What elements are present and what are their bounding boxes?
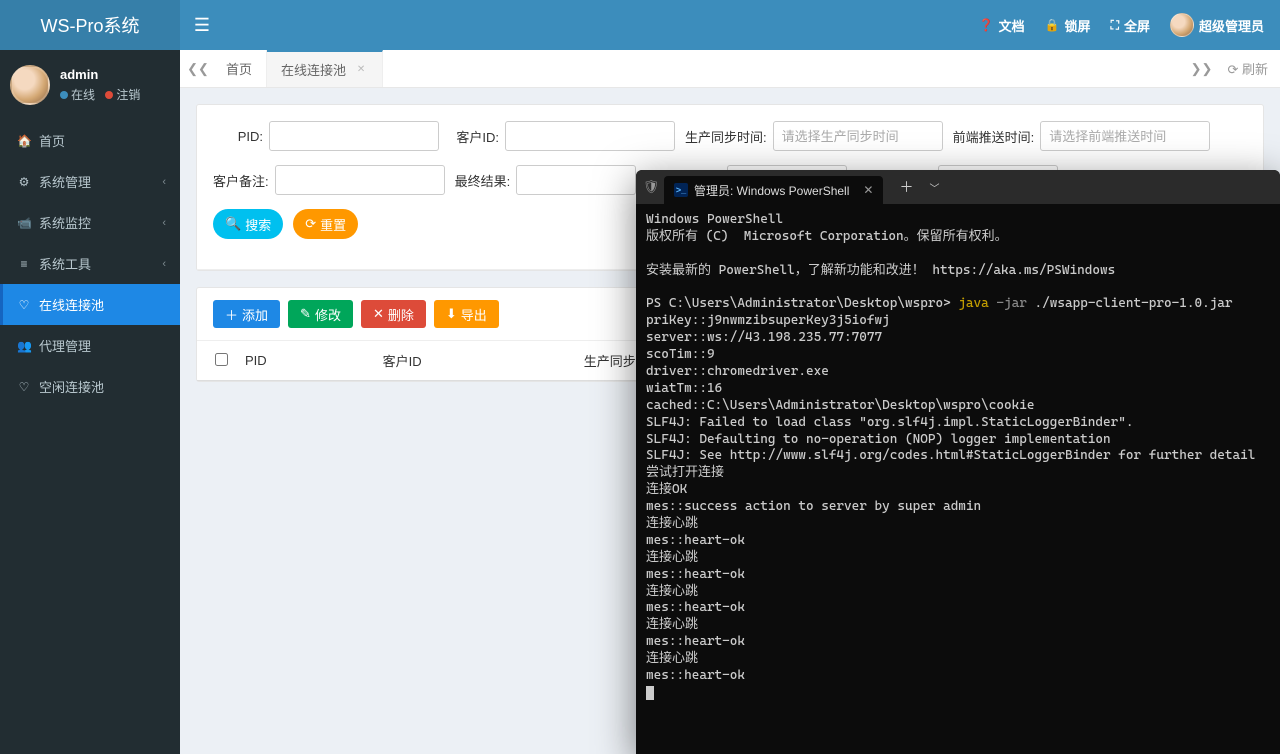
remark-label: 客户备注: xyxy=(213,171,269,190)
edit-button[interactable]: ✎ 修改 xyxy=(288,300,353,328)
pushtime-input[interactable] xyxy=(1040,121,1210,151)
user-panel: admin 在线 注销 xyxy=(0,50,180,120)
chevron-left-icon: ‹ xyxy=(162,258,166,270)
custid-label: 客户ID: xyxy=(449,127,499,146)
terminal-titlebar[interactable]: 🛡 >_ 管理员: Windows PowerShell ✕ ＋ ﹀ xyxy=(636,170,1280,204)
nav-icon: ♡ xyxy=(17,380,31,394)
reset-button[interactable]: ⟳ 重置 xyxy=(293,209,358,239)
tab-close-icon[interactable]: ✕ xyxy=(354,63,368,77)
logout-dot-icon xyxy=(105,91,113,99)
lock-icon: 🔒 xyxy=(1045,18,1060,32)
status-online: 在线 xyxy=(60,88,95,102)
nav-label: 在线连接池 xyxy=(39,295,104,314)
nav-icon: ≡ xyxy=(17,257,31,271)
synctime-label: 生产同步时间: xyxy=(685,127,767,146)
synctime-input[interactable] xyxy=(773,121,943,151)
tab-close-icon[interactable]: ✕ xyxy=(863,183,873,197)
terminal-title: 管理员: Windows PowerShell xyxy=(694,182,849,199)
nav-label: 系统监控 xyxy=(39,213,91,232)
nav-label: 系统工具 xyxy=(39,254,91,273)
nav-label: 系统管理 xyxy=(39,172,91,191)
select-all-checkbox[interactable] xyxy=(215,353,228,366)
nav-item[interactable]: ⚙ 系统管理 ‹ xyxy=(0,161,180,202)
expand-icon: ⛶ xyxy=(1111,18,1119,33)
col-custid[interactable]: 客户ID xyxy=(375,341,576,381)
username: admin xyxy=(60,67,140,82)
nav-item[interactable]: 👥 代理管理 xyxy=(0,325,180,366)
help-icon: ❓ xyxy=(979,18,994,32)
tab-home[interactable]: 首页 xyxy=(212,50,267,87)
col-pid[interactable]: PID xyxy=(237,341,375,381)
user-menu[interactable]: 超级管理员 xyxy=(1170,13,1264,37)
sidebar: admin 在线 注销 🏠 首页 ⚙ 系统管理 ‹ 📹 系统监控 ‹ ≡ 系统工具 ‹ ♡ 在线连接池 👥… xyxy=(0,50,180,754)
nav-item[interactable]: ♡ 在线连接池 xyxy=(0,284,180,325)
nav-icon: ⚙ xyxy=(17,175,31,189)
logout-link[interactable]: 注销 xyxy=(98,88,140,102)
nav-label: 首页 xyxy=(39,131,65,150)
remark-input[interactable] xyxy=(275,165,445,195)
export-button[interactable]: ⬇ 导出 xyxy=(434,300,499,328)
top-header: WS-Pro系统 ☰ ❓文档 🔒锁屏 ⛶全屏 超级管理员 xyxy=(0,0,1280,50)
nav-icon: 📹 xyxy=(17,216,31,230)
search-button[interactable]: 🔍 搜索 xyxy=(213,209,283,239)
sidebar-toggle[interactable]: ☰ xyxy=(180,15,224,36)
terminal-window[interactable]: 🛡 >_ 管理员: Windows PowerShell ✕ ＋ ﹀ Windo… xyxy=(636,170,1280,754)
tab-scroll-left[interactable]: ❮❮ xyxy=(184,50,212,87)
terminal-tab[interactable]: >_ 管理员: Windows PowerShell ✕ xyxy=(664,176,883,204)
nav-list: 🏠 首页 ⚙ 系统管理 ‹ 📹 系统监控 ‹ ≡ 系统工具 ‹ ♡ 在线连接池 👥 代理管理 ♡ 空闲连接池 xyxy=(0,120,180,407)
pid-input[interactable] xyxy=(269,121,439,151)
lock-link[interactable]: 🔒锁屏 xyxy=(1045,16,1091,35)
status-dot-icon xyxy=(60,91,68,99)
nav-item[interactable]: ♡ 空闲连接池 xyxy=(0,366,180,407)
chevron-left-icon: ‹ xyxy=(162,176,166,188)
nav-label: 空闲连接池 xyxy=(39,377,104,396)
result-label: 最终结果: xyxy=(455,171,511,190)
nav-item[interactable]: ≡ 系统工具 ‹ xyxy=(0,243,180,284)
result-input[interactable] xyxy=(516,165,636,195)
nav-icon: ♡ xyxy=(17,298,31,312)
nav-label: 代理管理 xyxy=(39,336,91,355)
tab-scroll-right[interactable]: ❯❯ xyxy=(1187,61,1215,77)
new-tab-button[interactable]: ＋ xyxy=(889,177,923,197)
nav-icon: 👥 xyxy=(17,339,31,353)
shield-icon: 🛡 xyxy=(644,179,658,195)
nav-icon: 🏠 xyxy=(17,134,31,148)
docs-link[interactable]: ❓文档 xyxy=(979,16,1025,35)
nav-item[interactable]: 📹 系统监控 ‹ xyxy=(0,202,180,243)
powershell-icon: >_ xyxy=(674,183,688,197)
refresh-button[interactable]: ⟳ 刷新 xyxy=(1219,59,1276,78)
add-button[interactable]: ＋添加 xyxy=(213,300,280,328)
tab-online-pool[interactable]: 在线连接池 ✕ xyxy=(267,50,383,87)
chevron-left-icon: ‹ xyxy=(162,217,166,229)
nav-item[interactable]: 🏠 首页 xyxy=(0,120,180,161)
pushtime-label: 前端推送时间: xyxy=(953,127,1035,146)
brand[interactable]: WS-Pro系统 xyxy=(0,0,180,50)
delete-button[interactable]: ✕ 删除 xyxy=(361,300,426,328)
avatar-icon xyxy=(1170,13,1194,37)
fullscreen-link[interactable]: ⛶全屏 xyxy=(1111,16,1150,35)
pid-label: PID: xyxy=(213,129,263,144)
tab-dropdown[interactable]: ﹀ xyxy=(929,180,939,195)
custid-input[interactable] xyxy=(505,121,675,151)
tab-bar: ❮❮ 首页 在线连接池 ✕ ❯❯ ⟳ 刷新 xyxy=(180,50,1280,88)
terminal-body[interactable]: Windows PowerShell 版权所有 (C) Microsoft Co… xyxy=(636,204,1280,754)
avatar-icon xyxy=(10,65,50,105)
